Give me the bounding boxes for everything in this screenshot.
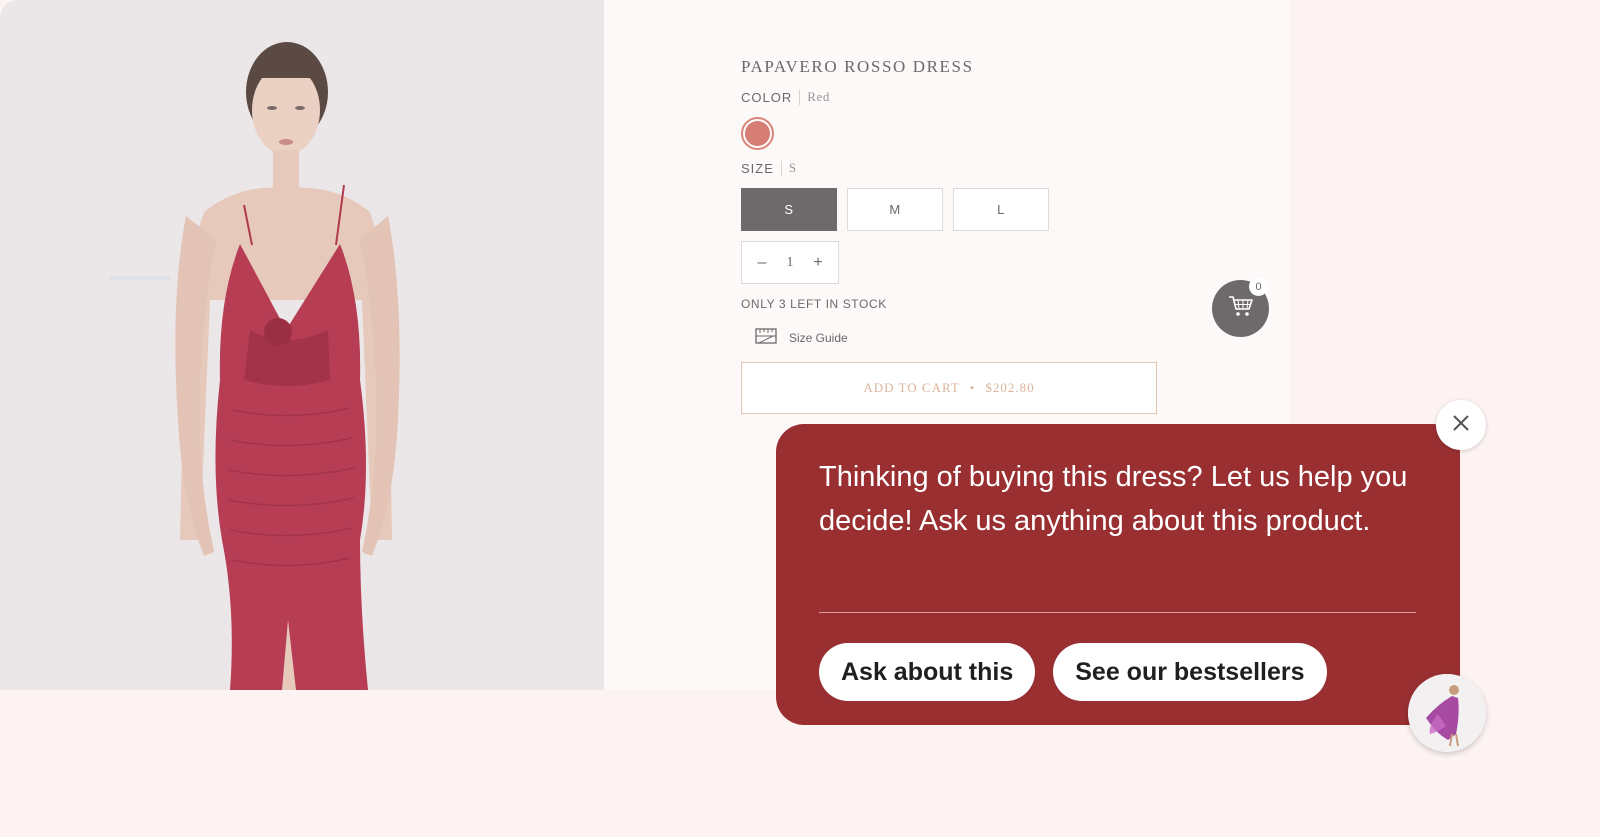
- see-bestsellers-button[interactable]: See our bestsellers: [1053, 643, 1327, 701]
- stock-notice: ONLY 3 LEFT IN STOCK: [741, 297, 887, 311]
- size-guide-label: Size Guide: [789, 330, 848, 345]
- color-label: COLOR: [741, 89, 793, 105]
- size-guide-link[interactable]: Size Guide: [755, 328, 848, 347]
- cart-icon: [1228, 295, 1254, 322]
- quantity-value[interactable]: 1: [787, 255, 794, 271]
- size-button-m[interactable]: M: [847, 188, 943, 231]
- product-image: [0, 0, 604, 690]
- color-option-label: COLOR Red: [741, 89, 830, 105]
- size-label: SIZE: [741, 160, 774, 176]
- size-selector: S M L: [741, 188, 1049, 231]
- assistant-popup: Thinking of buying this dress? Let us he…: [776, 424, 1460, 725]
- size-button-l[interactable]: L: [953, 188, 1049, 231]
- product-title: PAPAVERO ROSSO DRESS: [741, 57, 974, 76]
- separator-dot: •: [969, 380, 976, 395]
- add-to-cart-label: ADD TO CART: [863, 380, 960, 395]
- color-value: Red: [807, 89, 830, 104]
- size-option-label: SIZE S: [741, 160, 797, 176]
- color-swatch-red[interactable]: [741, 117, 774, 150]
- divider: [780, 160, 782, 176]
- size-button-s[interactable]: S: [741, 188, 837, 231]
- dress-photo: [0, 0, 604, 690]
- popup-message: Thinking of buying this dress? Let us he…: [819, 461, 1408, 537]
- close-icon: [1451, 413, 1471, 438]
- quantity-decrease-button[interactable]: –: [752, 254, 772, 272]
- size-value: S: [788, 160, 797, 175]
- swatch-dot: [745, 121, 770, 146]
- add-to-cart-button[interactable]: ADD TO CART • $202.80: [741, 362, 1157, 414]
- popup-divider: [819, 612, 1416, 613]
- popup-actions: Ask about this See our bestsellers: [819, 643, 1327, 701]
- divider: [799, 89, 801, 105]
- assistant-avatar[interactable]: [1408, 674, 1486, 752]
- page: PAPAVERO ROSSO DRESS COLOR Red SIZE S S …: [0, 0, 1600, 837]
- quantity-increase-button[interactable]: +: [808, 254, 828, 272]
- model-avatar-image: [1408, 674, 1486, 752]
- price: $202.80: [985, 380, 1035, 395]
- ruler-icon: [755, 328, 777, 347]
- cart-count-badge: 0: [1249, 277, 1268, 296]
- popup-close-button[interactable]: [1436, 400, 1486, 450]
- quantity-stepper: – 1 +: [741, 241, 839, 284]
- ask-about-this-button[interactable]: Ask about this: [819, 643, 1036, 701]
